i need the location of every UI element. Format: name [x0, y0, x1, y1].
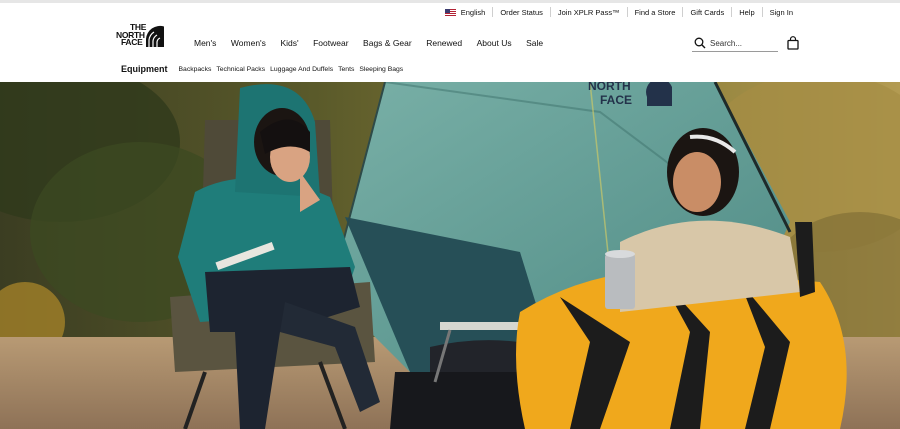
- us-flag-icon: [444, 8, 456, 16]
- find-store-link[interactable]: Find a Store: [626, 7, 683, 17]
- hero-image[interactable]: NORTH FACE: [0, 82, 900, 429]
- nav-renewed[interactable]: Renewed: [426, 38, 462, 48]
- gift-cards-link[interactable]: Gift Cards: [682, 7, 731, 17]
- hero-camping-scene: NORTH FACE: [0, 82, 900, 429]
- search-icon[interactable]: [694, 37, 706, 49]
- tent-logo-text-north: NORTH: [588, 82, 631, 93]
- nav-kids[interactable]: Kids': [280, 38, 298, 48]
- subnav-item-tents[interactable]: Tents: [338, 66, 354, 73]
- language-label: English: [460, 7, 486, 17]
- utility-nav: English Order Status Join XPLR Pass™ Fin…: [438, 7, 800, 17]
- tent-logo-icon: [646, 82, 672, 106]
- shopping-bag-icon: [787, 36, 799, 50]
- main-nav: Men's Women's Kids' Footwear Bags & Gear…: [194, 38, 558, 48]
- equipment-subnav: Equipment Backpacks Technical Packs Lugg…: [121, 64, 408, 74]
- join-xplr-link[interactable]: Join XPLR Pass™: [549, 7, 627, 17]
- nav-footwear[interactable]: Footwear: [313, 38, 348, 48]
- order-status-link[interactable]: Order Status: [492, 7, 550, 17]
- logo-halfdome-icon: [146, 25, 164, 47]
- top-divider: [0, 0, 900, 3]
- shopping-bag-button[interactable]: [787, 36, 799, 55]
- nav-mens[interactable]: Men's: [194, 38, 216, 48]
- subnav-item-sleeping-bags[interactable]: Sleeping Bags: [359, 66, 403, 73]
- subnav-item-technical-packs[interactable]: Technical Packs: [216, 66, 265, 73]
- logo-line-face: FACE: [121, 37, 143, 47]
- subnav-item-luggage-duffels[interactable]: Luggage And Duffels: [270, 66, 333, 73]
- search-box[interactable]: [692, 36, 778, 52]
- sign-in-link[interactable]: Sign In: [761, 7, 800, 17]
- subnav-title[interactable]: Equipment: [121, 64, 168, 74]
- tent-logo-text-face: FACE: [600, 93, 632, 107]
- subnav-item-backpacks[interactable]: Backpacks: [179, 66, 212, 73]
- nav-sale[interactable]: Sale: [526, 38, 543, 48]
- the-north-face-logo[interactable]: THE NORTH FACE: [116, 23, 166, 47]
- help-link[interactable]: Help: [731, 7, 761, 17]
- nav-about-us[interactable]: About Us: [477, 38, 512, 48]
- nav-womens[interactable]: Women's: [231, 38, 266, 48]
- nav-bags-gear[interactable]: Bags & Gear: [363, 38, 412, 48]
- language-selector[interactable]: English: [438, 7, 493, 17]
- search-input[interactable]: [710, 37, 774, 49]
